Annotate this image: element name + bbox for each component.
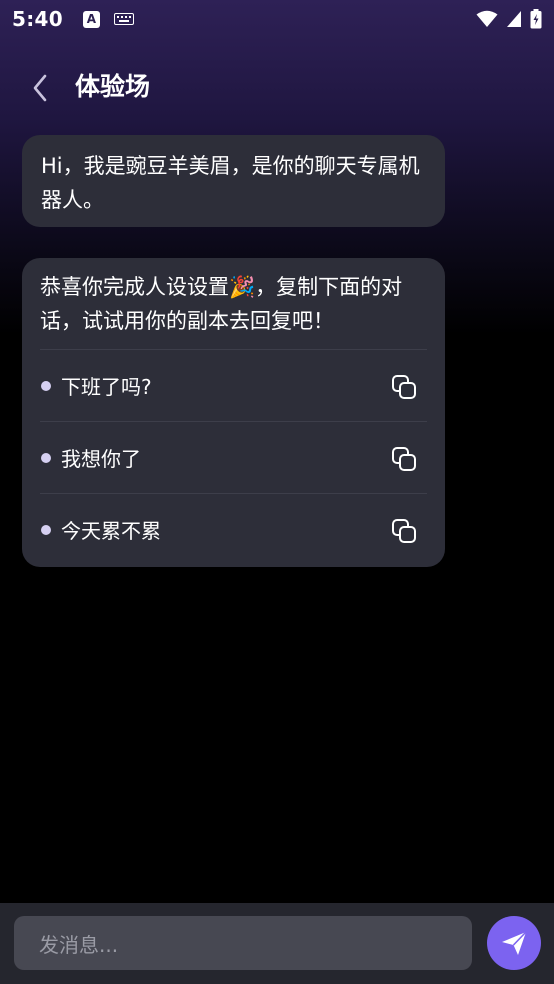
wifi-icon <box>476 10 498 27</box>
app-header: 体验场 <box>0 58 554 118</box>
suggestion-text: 下班了吗? <box>61 375 152 399</box>
suggestion-item[interactable]: 今天累不累 <box>40 493 427 565</box>
message-text: Hi，我是豌豆羊美眉，是你的聊天专属机器人。 <box>41 154 420 212</box>
copy-icon[interactable] <box>391 446 417 472</box>
message-input-bar: 发消息... <box>0 903 554 984</box>
page-title: 体验场 <box>75 72 151 101</box>
suggestion-list: 下班了吗? 我想你了 今天累不累 <box>40 349 427 565</box>
send-button[interactable] <box>487 916 541 970</box>
back-button[interactable] <box>22 70 58 106</box>
send-icon <box>502 931 527 955</box>
signal-icon <box>507 11 521 27</box>
bot-message-bubble: 恭喜你完成人设设置🎉，复制下面的对话，试试用你的副本去回复吧！ 下班了吗? 我想… <box>22 258 445 567</box>
chevron-left-icon <box>33 74 47 102</box>
bullet-dot <box>41 452 51 463</box>
suggestion-text: 我想你了 <box>61 447 141 471</box>
suggestion-item[interactable]: 我想你了 <box>40 421 427 493</box>
keyboard-icon <box>113 13 134 25</box>
message-text: 恭喜你完成人设设置🎉，复制下面的对话，试试用你的副本去回复吧！ <box>40 275 403 333</box>
message-input[interactable]: 发消息... <box>14 916 472 970</box>
suggestion-item[interactable]: 下班了吗? <box>40 349 427 421</box>
status-bar: 5:40 A <box>0 0 554 38</box>
copy-icon[interactable] <box>391 374 417 400</box>
status-time: 5:40 <box>12 7 63 31</box>
bot-message-bubble: Hi，我是豌豆羊美眉，是你的聊天专属机器人。 <box>22 135 445 227</box>
suggestion-text: 今天累不累 <box>61 519 161 543</box>
bullet-dot <box>41 380 51 391</box>
copy-icon[interactable] <box>391 518 417 544</box>
bullet-dot <box>41 524 51 535</box>
accessibility-icon: A <box>82 10 100 28</box>
battery-icon <box>530 9 542 29</box>
